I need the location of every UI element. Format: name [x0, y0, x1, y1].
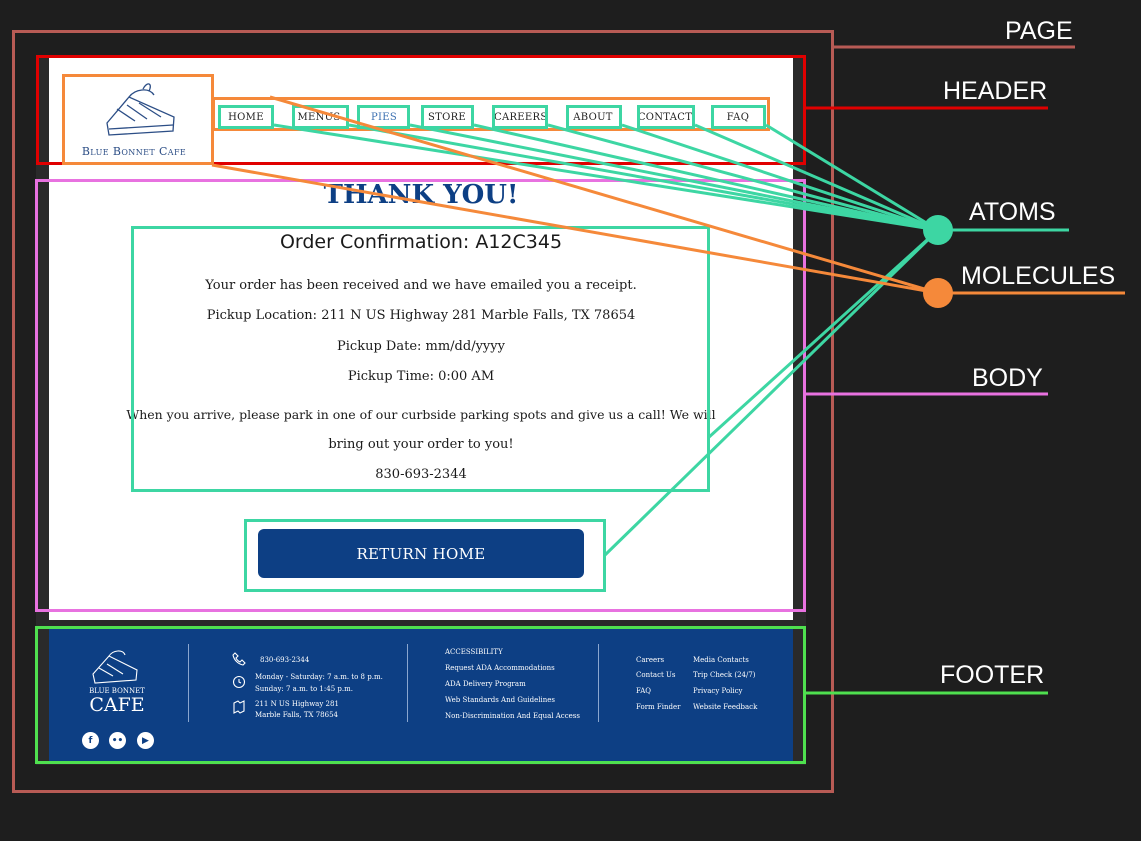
footer-label: FOOTER — [940, 661, 1045, 689]
molecules-marker-dot — [923, 278, 953, 308]
molecules-label: MOLECULES — [961, 262, 1116, 290]
page-label: PAGE — [1005, 17, 1073, 45]
atoms-marker-dot — [923, 215, 953, 245]
annotation-connectors — [211, 45, 1125, 695]
atoms-label: ATOMS — [969, 198, 1056, 226]
body-label: BODY — [972, 364, 1043, 392]
atom-connectors — [273, 123, 940, 557]
header-label: HEADER — [943, 77, 1048, 105]
